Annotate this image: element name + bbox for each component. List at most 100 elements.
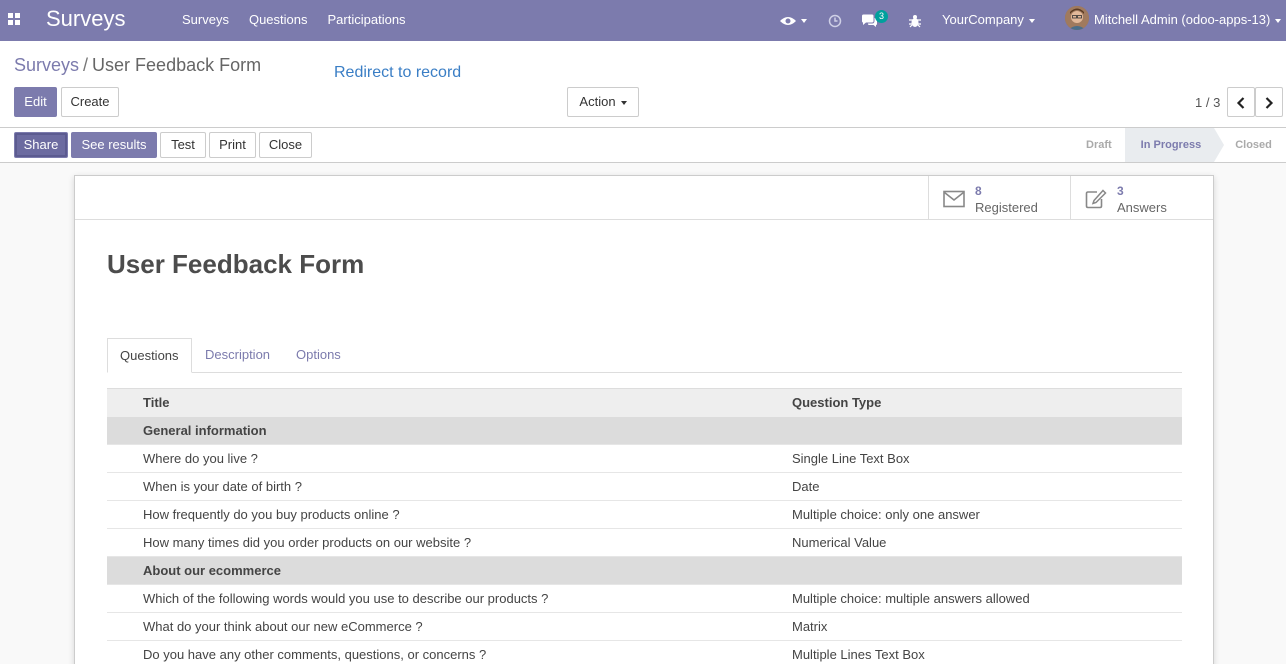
caret-down-icon xyxy=(1275,18,1282,23)
status-arrow xyxy=(1214,128,1225,162)
question-type: Matrix xyxy=(792,612,1182,641)
table-row[interactable]: How many times did you order products on… xyxy=(107,528,1182,557)
survey-title[interactable]: User Feedback Form xyxy=(107,249,364,280)
breadcrumb-surveys[interactable]: Surveys xyxy=(14,55,79,75)
eye-icon xyxy=(780,16,796,25)
apps-menu-icon[interactable] xyxy=(8,13,20,25)
title-column-header[interactable]: Title xyxy=(139,388,792,417)
action-dropdown[interactable]: Action xyxy=(567,87,639,117)
status-closed-label: Closed xyxy=(1235,139,1272,151)
table-row[interactable]: Do you have any other comments, question… xyxy=(107,640,1182,664)
caret-down-icon xyxy=(801,18,807,23)
redirect-to-record-link[interactable]: Redirect to record xyxy=(334,64,461,82)
questions-table: Title Question Type General information W… xyxy=(107,388,1182,664)
table-row[interactable]: Which of the following words would you u… xyxy=(107,584,1182,613)
create-button[interactable]: Create xyxy=(61,87,119,117)
row-handle xyxy=(107,640,139,664)
clock-icon xyxy=(828,14,842,27)
registered-label: Registered xyxy=(975,200,1038,215)
handle-column-header xyxy=(107,388,139,417)
row-handle xyxy=(107,500,139,529)
notebook-tabs: Questions Description Options xyxy=(107,338,1182,373)
caret-down-icon xyxy=(1028,18,1035,23)
action-label: Action xyxy=(579,94,616,109)
see-results-button[interactable]: See results xyxy=(71,132,157,158)
section-row[interactable]: About our ecommerce xyxy=(107,556,1182,585)
answers-stat-button[interactable]: 3 Answers xyxy=(1070,176,1213,220)
registered-stat-button[interactable]: 8 Registered xyxy=(928,176,1071,220)
question-title: How frequently do you buy products onlin… xyxy=(139,500,792,529)
answers-count: 3 xyxy=(1117,184,1124,198)
tab-description[interactable]: Description xyxy=(193,338,282,373)
question-title: When is your date of birth ? xyxy=(139,472,792,501)
section-title: General information xyxy=(139,416,792,445)
status-in-progress-label: In Progress xyxy=(1140,139,1202,151)
chevron-left-icon xyxy=(1236,96,1245,109)
row-handle xyxy=(107,472,139,501)
table-row[interactable]: When is your date of birth ? Date xyxy=(107,472,1182,501)
tab-questions[interactable]: Questions xyxy=(107,338,192,373)
status-draft[interactable]: Draft xyxy=(1070,128,1125,162)
section-title: About our ecommerce xyxy=(139,556,792,585)
breadcrumb-separator: / xyxy=(83,55,89,75)
status-closed[interactable]: Closed xyxy=(1214,128,1285,162)
menu-item-questions[interactable]: Questions xyxy=(239,0,318,41)
website-preview-dropdown[interactable] xyxy=(780,0,807,41)
question-type: Single Line Text Box xyxy=(792,444,1182,473)
registered-count: 8 xyxy=(975,184,982,198)
breadcrumb: Surveys / User Feedback Form xyxy=(14,55,261,76)
close-button[interactable]: Close xyxy=(259,132,312,158)
user-name: Mitchell Admin (odoo-apps-13) xyxy=(1094,12,1271,27)
statusbar: Draft In Progress Closed xyxy=(1070,128,1285,162)
edit-button[interactable]: Edit xyxy=(14,87,57,117)
row-handle xyxy=(107,416,139,445)
app-brand[interactable]: Surveys xyxy=(46,6,125,32)
status-in-progress[interactable]: In Progress xyxy=(1124,128,1225,162)
question-title: How many times did you order products on… xyxy=(139,528,792,557)
question-type-column-header[interactable]: Question Type xyxy=(792,388,1182,417)
print-button[interactable]: Print xyxy=(209,132,256,158)
control-panel: Surveys / User Feedback Form Redirect to r… xyxy=(0,41,1286,163)
section-row[interactable]: General information xyxy=(107,416,1182,445)
edit-icon xyxy=(1085,189,1107,209)
pager-value[interactable]: 1 / 3 xyxy=(1195,95,1220,110)
question-title: Where do you live ? xyxy=(139,444,792,473)
debug-button[interactable] xyxy=(909,0,921,41)
question-type: Numerical Value xyxy=(792,528,1182,557)
bug-icon xyxy=(909,14,921,27)
user-menu[interactable]: Mitchell Admin (odoo-apps-13) xyxy=(1094,0,1282,41)
pager-previous-button[interactable] xyxy=(1227,87,1255,117)
smart-button-box: 8 Registered 3 Answers xyxy=(75,176,1213,220)
question-type: Multiple choice: multiple answers allowe… xyxy=(792,584,1182,613)
pager-next-button[interactable] xyxy=(1255,87,1283,117)
tab-options[interactable]: Options xyxy=(284,338,353,373)
row-handle xyxy=(107,528,139,557)
question-type: Multiple choice: only one answer xyxy=(792,500,1182,529)
breadcrumb-current: User Feedback Form xyxy=(92,55,262,75)
share-button[interactable]: Share xyxy=(14,132,68,158)
table-header-row: Title Question Type xyxy=(107,388,1182,417)
user-avatar[interactable] xyxy=(1065,6,1089,30)
status-draft-label: Draft xyxy=(1086,139,1112,151)
company-switcher[interactable]: YourCompany xyxy=(942,0,1035,41)
test-button[interactable]: Test xyxy=(160,132,206,158)
top-navbar: Surveys Surveys Questions Participations… xyxy=(0,0,1286,41)
main-menu: Surveys Questions Participations xyxy=(172,0,416,41)
table-row[interactable]: What do your think about our new eCommer… xyxy=(107,612,1182,641)
menu-item-surveys[interactable]: Surveys xyxy=(172,0,239,41)
chevron-right-icon xyxy=(1265,96,1274,109)
questions-table-body: General information Where do you live ? Si… xyxy=(107,416,1182,664)
question-type xyxy=(792,556,1182,585)
question-type: Date xyxy=(792,472,1182,501)
question-title: Which of the following words would you u… xyxy=(139,584,792,613)
row-handle xyxy=(107,444,139,473)
table-row[interactable]: Where do you live ? Single Line Text Box xyxy=(107,444,1182,473)
row-handle xyxy=(107,556,139,585)
chat-counter-badge: 3 xyxy=(875,10,889,23)
menu-item-participations[interactable]: Participations xyxy=(318,0,416,41)
row-handle xyxy=(107,584,139,613)
table-row[interactable]: How frequently do you buy products onlin… xyxy=(107,500,1182,529)
question-type: Multiple Lines Text Box xyxy=(792,640,1182,664)
activity-button[interactable] xyxy=(828,0,842,41)
row-handle xyxy=(107,612,139,641)
